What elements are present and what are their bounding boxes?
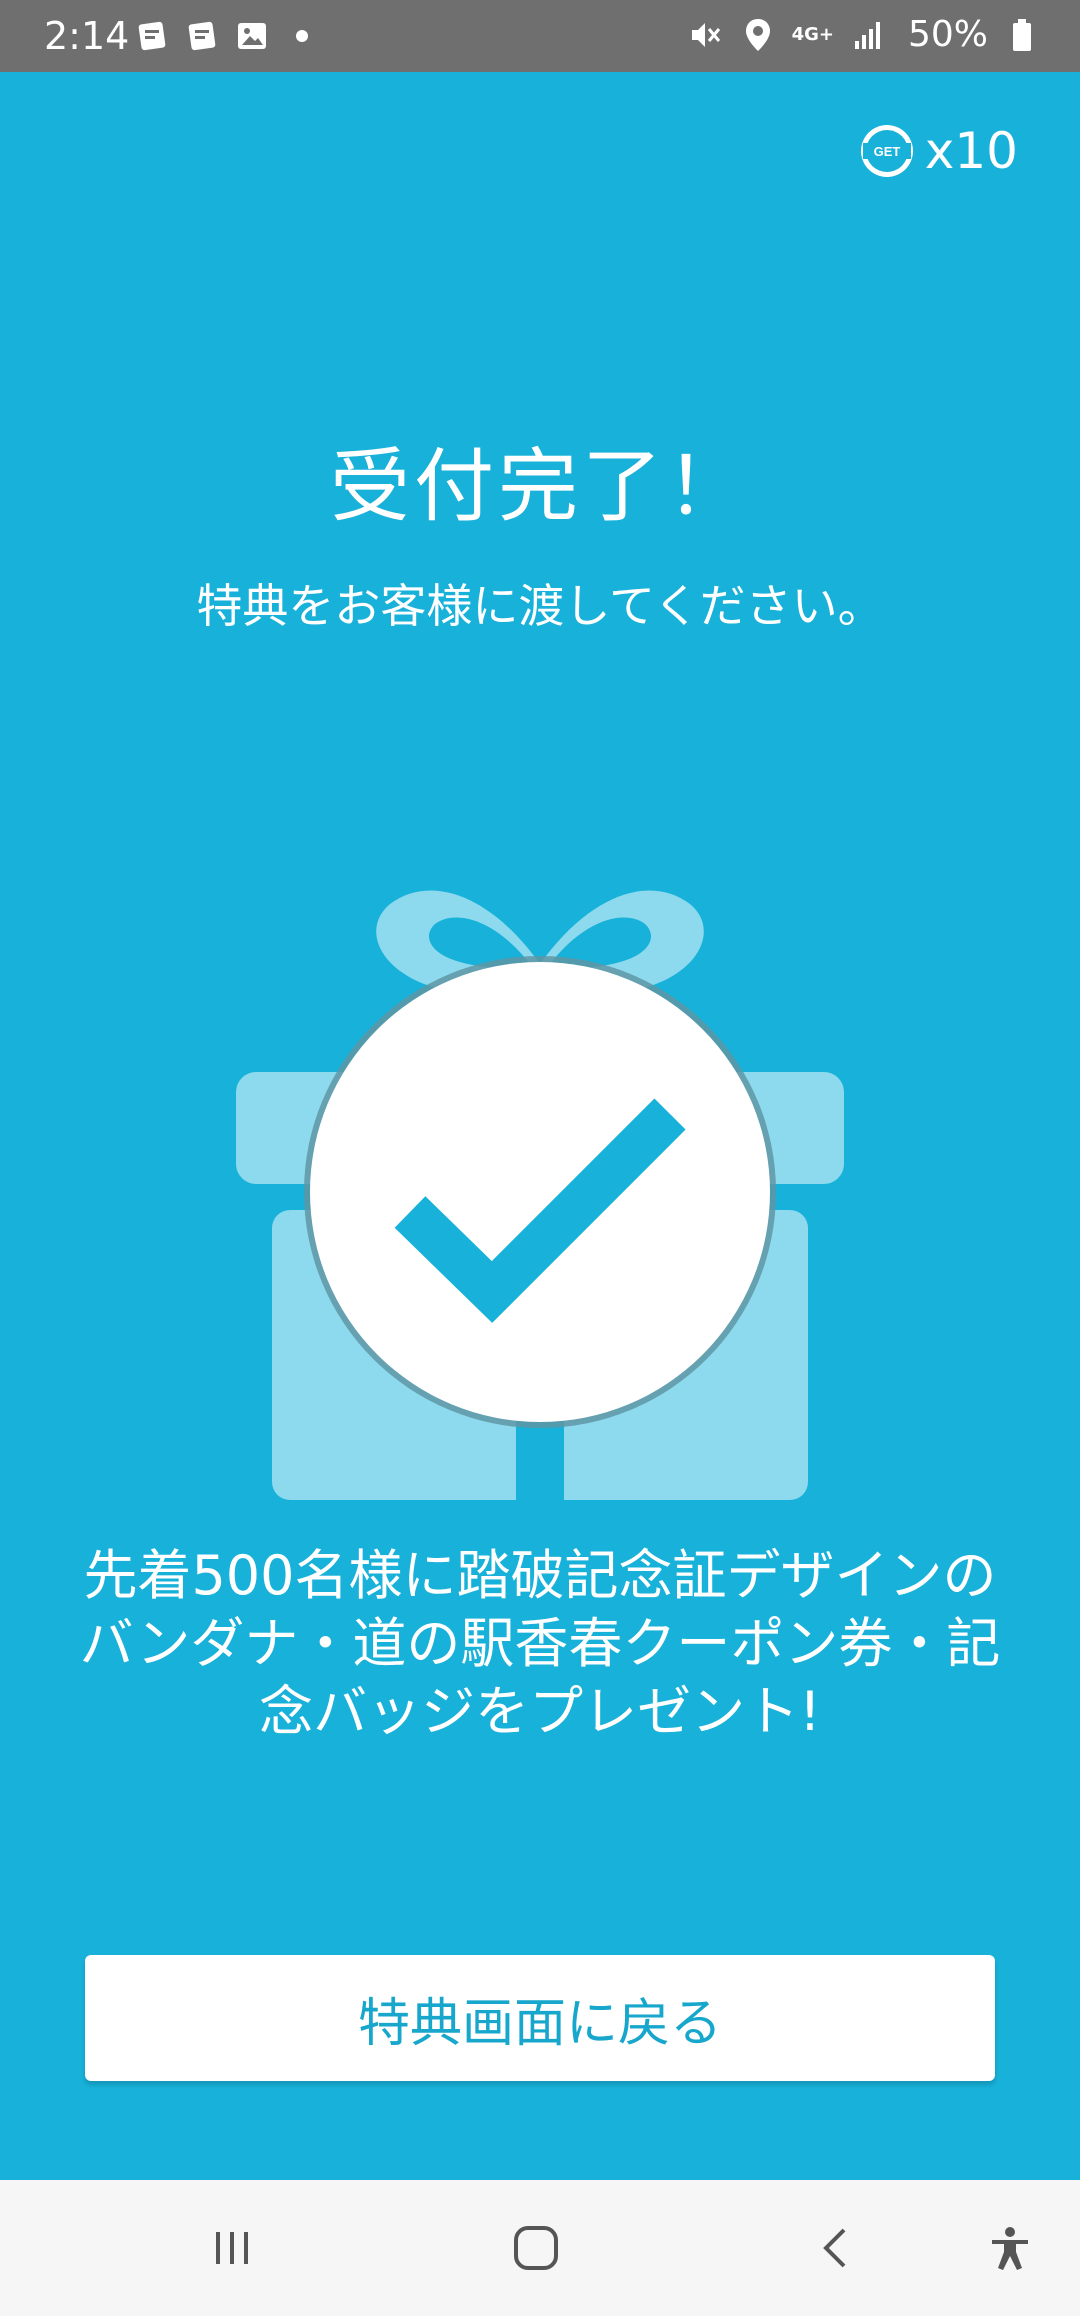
dot-icon xyxy=(282,16,322,56)
gallery-icon xyxy=(232,16,272,56)
notification-icon xyxy=(182,16,222,56)
campaign-description: 先着500名様に踏破記念証デザインの バンダナ・道の駅香春クーポン券・記 念バッ… xyxy=(40,1542,1040,1746)
back-icon[interactable] xyxy=(804,2216,868,2280)
description-line: 念バッジをプレゼント! xyxy=(259,1680,821,1743)
accessibility-icon[interactable] xyxy=(978,2216,1042,2280)
signal-icon xyxy=(848,15,888,55)
gift-check-illustration xyxy=(236,890,844,1504)
description-line: 先着500名様に踏破記念証デザインの xyxy=(83,1544,997,1607)
status-bar: 2:14 4G+ 50% xyxy=(0,0,1080,72)
get-count: x10 xyxy=(924,122,1018,180)
return-to-benefits-button[interactable]: 特典画面に戻る xyxy=(85,1955,995,2081)
page-title: 受付完了！ xyxy=(330,440,750,533)
network-type: 4G+ xyxy=(791,23,834,45)
description-line: バンダナ・道の駅香春クーポン券・記 xyxy=(79,1612,1001,1675)
main-content: GET x10 受付完了！ 特典をお客様に渡してください。 先着500名様に踏破… xyxy=(0,72,1080,2180)
status-right: 4G+ 50% xyxy=(684,14,1042,55)
battery-icon xyxy=(1002,15,1042,55)
recent-apps-icon[interactable] xyxy=(200,2216,264,2280)
get-label: GET xyxy=(873,144,900,159)
navigation-bar xyxy=(0,2180,1080,2316)
notification-icon xyxy=(132,16,172,56)
battery-percent: 50% xyxy=(907,14,988,55)
mute-icon xyxy=(684,15,724,55)
get-badge-icon: GET xyxy=(860,125,913,177)
notification-icons xyxy=(132,16,322,56)
home-icon[interactable] xyxy=(504,2216,568,2280)
get-count-badge: GET x10 xyxy=(859,122,1018,180)
location-icon xyxy=(738,15,778,55)
status-time: 2:14 xyxy=(44,14,130,58)
page-subtitle: 特典をお客様に渡してください。 xyxy=(196,579,884,633)
